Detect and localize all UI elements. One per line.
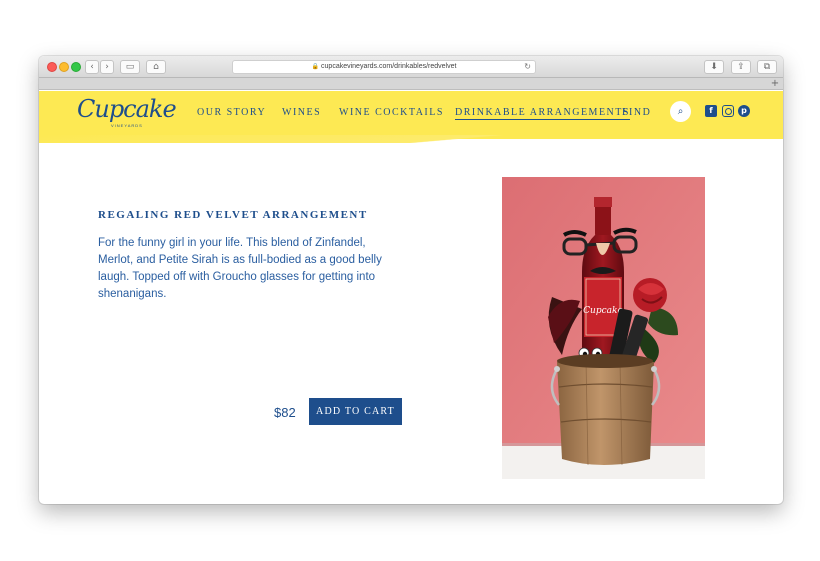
cupcake-logo[interactable]: Cupcake VINEYARDS [77, 95, 177, 135]
site-header: Cupcake VINEYARDS OUR STORY WINES WINE C… [39, 91, 783, 143]
new-tab-button[interactable]: + [769, 78, 781, 89]
product-photo: Cupcake [502, 177, 705, 479]
nav-our-story[interactable]: OUR STORY [197, 107, 266, 118]
close-window-button[interactable] [47, 62, 57, 72]
download-icon: ⬇ [710, 62, 718, 72]
nav-wine-cocktails[interactable]: WINE COCKTAILS [339, 107, 444, 118]
tab-strip: + [39, 78, 783, 90]
product-description: For the funny girl in your life. This bl… [98, 237, 382, 300]
tabs-icon: ⧉ [763, 62, 771, 72]
minimize-window-button[interactable] [59, 62, 69, 72]
reload-icon[interactable]: ↻ [524, 61, 531, 73]
share-icon: ⇪ [737, 62, 745, 72]
header-brush-edge [39, 135, 783, 143]
share-button[interactable]: ⇪ [731, 60, 751, 74]
browser-window: ‹ › ▭ ⌂ 🔒 cupcakevineyards.com/drinkables… [39, 56, 783, 504]
home-icon: ⌂ [153, 62, 159, 72]
nav-find[interactable]: FIND [622, 107, 651, 118]
add-to-cart-button[interactable]: ADD TO CART [309, 398, 402, 425]
search-icon: ⌕ [677, 106, 684, 117]
chevron-left-icon: ‹ [90, 62, 94, 72]
chevron-right-icon: › [105, 62, 109, 72]
nav-wines[interactable]: WINES [282, 107, 321, 118]
wooden-bucket [550, 354, 661, 466]
tabs-overview-button[interactable]: ⧉ [757, 60, 777, 74]
url-text: cupcakevineyards.com/drinkables/redvelve… [321, 63, 457, 70]
logo-wordmark: Cupcake [77, 95, 177, 123]
browser-titlebar: ‹ › ▭ ⌂ 🔒 cupcakevineyards.com/drinkables… [39, 56, 783, 78]
sidebar-toggle-button[interactable]: ▭ [120, 60, 140, 74]
bottle-label-text: Cupcake [583, 306, 623, 316]
lock-icon: 🔒 [311, 63, 320, 70]
downloads-button[interactable]: ⬇ [704, 60, 724, 74]
address-bar[interactable]: 🔒 cupcakevineyards.com/drinkables/redvelv… [232, 60, 536, 74]
plus-icon: + [770, 78, 780, 89]
pinterest-icon[interactable]: p [738, 105, 750, 117]
nav-drinkable-arrangements[interactable]: DRINKABLE ARRANGEMENTS [455, 107, 630, 120]
product-title: REGALING RED VELVET ARRANGEMENT [98, 209, 368, 221]
logo-subtitle: VINEYARDS [111, 123, 143, 128]
product-price: $82 [274, 405, 296, 420]
home-button[interactable]: ⌂ [146, 60, 166, 74]
search-button[interactable]: ⌕ [670, 101, 691, 122]
facebook-icon[interactable]: f [705, 105, 717, 117]
sidebar-icon: ▭ [125, 62, 135, 72]
back-button[interactable]: ‹ [85, 60, 99, 74]
forward-button[interactable]: › [100, 60, 114, 74]
zoom-window-button[interactable] [71, 62, 81, 72]
instagram-icon[interactable] [722, 105, 734, 117]
